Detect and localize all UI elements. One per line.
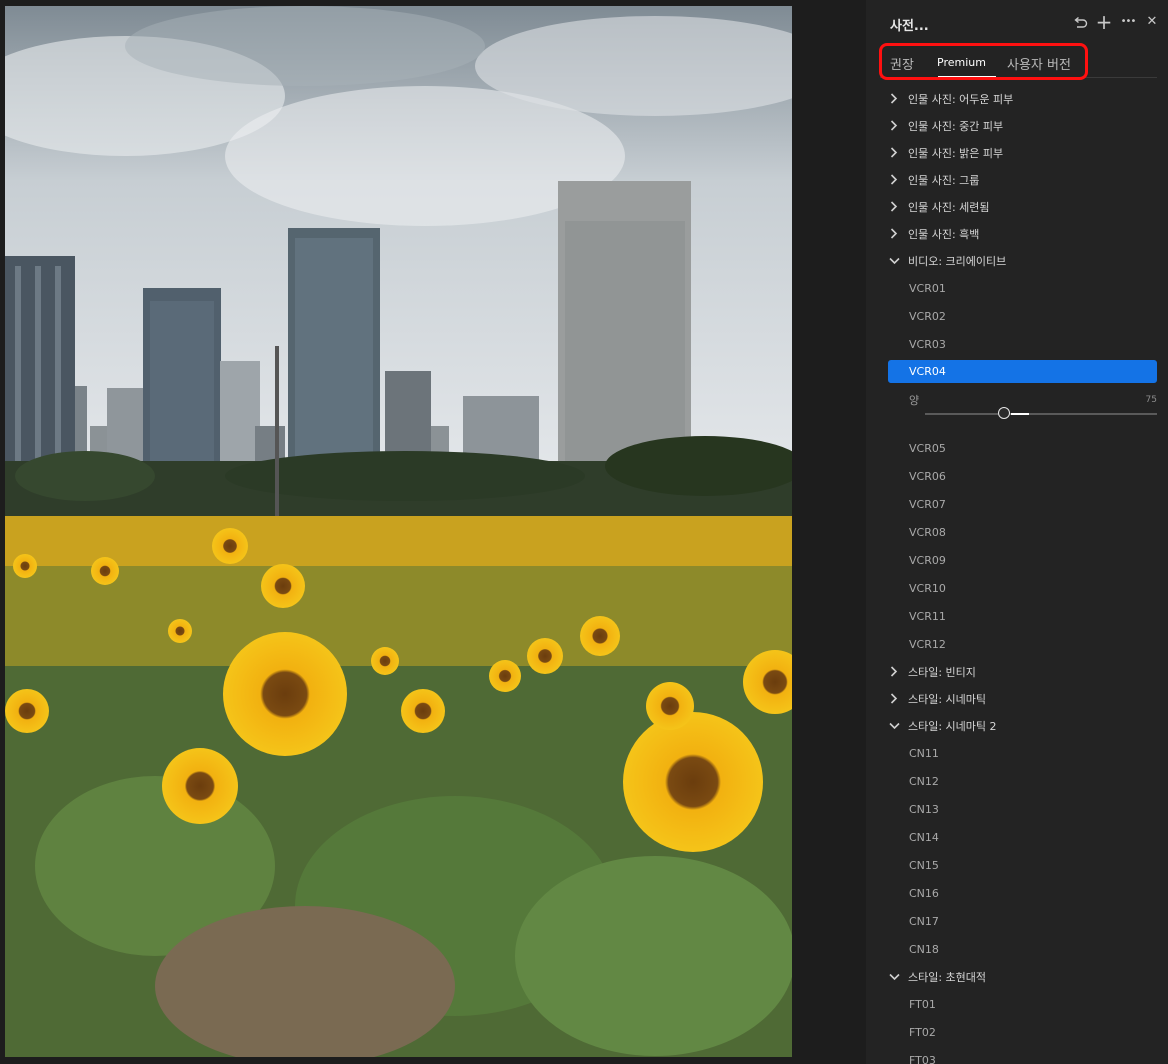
preset-item[interactable]: VCR03 bbox=[866, 330, 1168, 358]
amount-label: 양 bbox=[909, 394, 920, 407]
amount-value: 75 bbox=[1145, 395, 1157, 405]
preset-group-label: 인물 사진: 어두운 피부 bbox=[908, 92, 1014, 106]
preset-group-label: 스타일: 시네마틱 2 bbox=[908, 719, 997, 733]
preset-group-label: 인물 사진: 흑백 bbox=[908, 227, 980, 241]
preset-group-label: 인물 사진: 밝은 피부 bbox=[908, 146, 1004, 160]
preset-item[interactable]: CN14 bbox=[866, 823, 1168, 851]
preset-tabs: 권장 Premium 사용자 버전 bbox=[880, 46, 1156, 78]
preset-group[interactable]: 스타일: 시네마틱 2 bbox=[866, 712, 1168, 739]
preset-item[interactable]: VCR06 bbox=[866, 462, 1168, 490]
plus-icon[interactable]: + bbox=[1096, 12, 1113, 32]
preset-item[interactable]: VCR10 bbox=[866, 574, 1168, 602]
amount-slider[interactable] bbox=[925, 407, 1157, 419]
chevron-right-icon bbox=[887, 200, 901, 214]
photo-canvas-area bbox=[0, 0, 866, 1064]
preset-item[interactable]: CN18 bbox=[866, 935, 1168, 963]
preset-group-label: 스타일: 시네마틱 bbox=[908, 692, 987, 706]
preset-item[interactable]: VCR07 bbox=[866, 490, 1168, 518]
preset-item[interactable]: VCR12 bbox=[866, 630, 1168, 658]
preset-group[interactable]: 인물 사진: 세련됨 bbox=[866, 193, 1168, 220]
chevron-right-icon bbox=[887, 92, 901, 106]
more-icon[interactable]: ••• bbox=[1120, 14, 1137, 30]
chevron-down-icon bbox=[887, 719, 901, 733]
preset-item[interactable]: VCR11 bbox=[866, 602, 1168, 630]
preset-group-label: 인물 사진: 중간 피부 bbox=[908, 119, 1004, 133]
sunflower-field-photo bbox=[5, 6, 792, 1057]
preset-item[interactable]: CN12 bbox=[866, 767, 1168, 795]
preset-item[interactable]: VCR08 bbox=[866, 518, 1168, 546]
amount-slider-thumb[interactable] bbox=[997, 407, 1010, 419]
preset-item[interactable]: CN11 bbox=[866, 739, 1168, 767]
preset-item[interactable]: CN17 bbox=[866, 907, 1168, 935]
chevron-right-icon bbox=[887, 173, 901, 187]
panel-title: 사전... bbox=[890, 19, 929, 34]
amount-slider-row: 양 75 bbox=[866, 386, 1168, 434]
close-icon[interactable]: ✕ bbox=[1144, 14, 1160, 30]
chevron-right-icon bbox=[887, 146, 901, 160]
preset-group-label: 인물 사진: 세련됨 bbox=[908, 200, 990, 214]
preset-item[interactable]: VCR05 bbox=[866, 434, 1168, 462]
preset-group[interactable]: 스타일: 시네마틱 bbox=[866, 685, 1168, 712]
preset-item[interactable]: VCR01 bbox=[866, 274, 1168, 302]
preset-group[interactable]: 비디오: 크리에이티브 bbox=[866, 247, 1168, 274]
tabs-divider bbox=[880, 77, 1157, 78]
panel-header-icons: + ••• ✕ bbox=[1072, 12, 1160, 32]
chevron-down-icon bbox=[887, 254, 901, 268]
preset-group[interactable]: 스타일: 초현대적 bbox=[866, 963, 1168, 990]
preset-list: 인물 사진: 어두운 피부인물 사진: 중간 피부인물 사진: 밝은 피부인물 … bbox=[866, 85, 1168, 1064]
preset-group-label: 인물 사진: 그룹 bbox=[908, 173, 980, 187]
preset-item[interactable]: CN13 bbox=[866, 795, 1168, 823]
preview-photo bbox=[5, 6, 792, 1057]
preset-group[interactable]: 인물 사진: 흑백 bbox=[866, 220, 1168, 247]
preset-group-label: 스타일: 빈티지 bbox=[908, 665, 976, 679]
preset-item[interactable]: CN16 bbox=[866, 879, 1168, 907]
chevron-right-icon bbox=[887, 665, 901, 679]
preset-item[interactable]: FT01 bbox=[866, 990, 1168, 1018]
preset-item[interactable]: FT03 bbox=[866, 1046, 1168, 1064]
preset-group[interactable]: 인물 사진: 그룹 bbox=[866, 166, 1168, 193]
preset-item[interactable]: VCR04 bbox=[888, 360, 1157, 383]
undo-icon[interactable] bbox=[1072, 14, 1088, 30]
chevron-right-icon bbox=[887, 227, 901, 241]
preset-group-label: 비디오: 크리에이티브 bbox=[908, 254, 1007, 268]
amount-slider-fill bbox=[1010, 413, 1030, 415]
preset-item[interactable]: VCR09 bbox=[866, 546, 1168, 574]
chevron-right-icon bbox=[887, 692, 901, 706]
preset-group-label: 스타일: 초현대적 bbox=[908, 970, 987, 984]
tab-user[interactable]: 사용자 버전 bbox=[1007, 54, 1071, 73]
preset-item[interactable]: CN15 bbox=[866, 851, 1168, 879]
chevron-right-icon bbox=[887, 119, 901, 133]
preset-group[interactable]: 스타일: 빈티지 bbox=[866, 658, 1168, 685]
preset-group[interactable]: 인물 사진: 어두운 피부 bbox=[866, 85, 1168, 112]
preset-item[interactable]: VCR02 bbox=[866, 302, 1168, 330]
tab-premium[interactable]: Premium bbox=[937, 56, 986, 69]
chevron-down-icon bbox=[887, 970, 901, 984]
tab-recommended[interactable]: 권장 bbox=[890, 54, 914, 73]
preset-group[interactable]: 인물 사진: 밝은 피부 bbox=[866, 139, 1168, 166]
preset-item[interactable]: FT02 bbox=[866, 1018, 1168, 1046]
preset-group[interactable]: 인물 사진: 중간 피부 bbox=[866, 112, 1168, 139]
presets-panel: 사전... + ••• ✕ 권장 Premium 사용자 버전 인물 사진: 어… bbox=[866, 0, 1168, 1064]
